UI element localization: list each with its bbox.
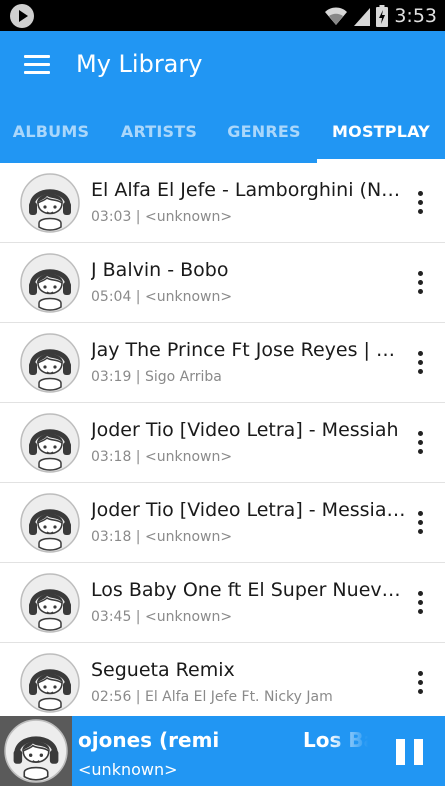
tab-label: ARTISTS [120, 122, 198, 141]
song-list[interactable]: El Alfa El Jefe - Lamborghini (NUEVO 201… [0, 163, 445, 716]
page-title: My Library [76, 50, 203, 78]
more-options-icon[interactable] [411, 189, 431, 217]
song-row[interactable]: Los Baby One ft El Super Nuevo - Remix 0… [0, 563, 445, 643]
song-title: Joder Tio [Video Letra] - Messiah [91, 419, 399, 441]
more-options-icon[interactable] [411, 669, 431, 697]
song-meta: 03:18 | <unknown> [91, 529, 233, 545]
album-art-avatar-icon [20, 493, 80, 553]
album-art-avatar-icon [20, 333, 80, 393]
song-artist: <unknown> [144, 449, 233, 465]
song-title: J Balvin - Bobo [91, 259, 229, 281]
song-row[interactable]: Segueta Remix 02:56 | El Alfa El Jefe Ft… [0, 643, 445, 716]
song-meta: 03:03 | <unknown> [91, 209, 233, 225]
marquee-fade [328, 728, 368, 756]
tab-genres[interactable]: GENRES [214, 113, 314, 163]
app-bar: My Library ALBUMS ARTISTS GENRES MOSTPLA… [0, 31, 445, 163]
song-artist: <unknown> [144, 209, 233, 225]
song-duration: 03:18 [91, 529, 132, 545]
tab-mostplay[interactable]: MOSTPLAY [317, 113, 445, 163]
album-art-avatar-icon [20, 173, 80, 233]
more-options-icon[interactable] [411, 349, 431, 377]
song-meta: 03:18 | <unknown> [91, 449, 233, 465]
album-art-avatar-icon [20, 253, 80, 313]
now-playing-art[interactable] [0, 716, 72, 786]
hamburger-menu-icon[interactable] [24, 55, 50, 75]
song-artist: <unknown> [144, 529, 233, 545]
song-artist: Sigo Arriba [144, 369, 222, 385]
song-duration: 03:45 [91, 609, 132, 625]
now-playing-title: ojones (remi Los Ba [78, 728, 368, 756]
song-meta: 02:56 | El Alfa El Jefe Ft. Nicky Jam [91, 689, 333, 705]
song-duration: 02:56 [91, 689, 132, 705]
more-options-icon[interactable] [411, 429, 431, 457]
tab-label: ALBUMS [12, 122, 90, 141]
now-playing-artist: <unknown> [78, 760, 178, 779]
clock: 3:53 [394, 4, 437, 27]
more-options-icon[interactable] [411, 509, 431, 537]
tab-artists[interactable]: ARTISTS [108, 113, 210, 163]
song-duration: 03:19 [91, 369, 132, 385]
tab-label: GENRES [227, 122, 301, 141]
now-playing-title-text: ojones (remi [78, 728, 220, 752]
song-meta: 05:04 | <unknown> [91, 289, 233, 305]
song-duration: 05:04 [91, 289, 132, 305]
song-row[interactable]: J Balvin - Bobo 05:04 | <unknown> [0, 243, 445, 323]
song-row[interactable]: El Alfa El Jefe - Lamborghini (NUEVO 201… [0, 163, 445, 243]
library-tabs: ALBUMS ARTISTS GENRES MOSTPLAY [0, 113, 445, 163]
album-art-avatar-icon [20, 413, 80, 473]
now-playing-bar[interactable]: ojones (remi Los Ba <unknown> [0, 716, 445, 786]
song-title: Segueta Remix [91, 659, 235, 681]
play-circle-icon [10, 4, 34, 28]
battery-charging-icon [376, 4, 389, 27]
song-duration: 03:03 [91, 209, 132, 225]
song-duration: 03:18 [91, 449, 132, 465]
status-bar: 3:53 [0, 0, 445, 31]
album-art-avatar-icon [20, 653, 80, 713]
song-artist: <unknown> [144, 289, 233, 305]
song-title: Jay The Prince Ft Jose Reyes | Video Ofi… [91, 339, 406, 361]
song-row[interactable]: Joder Tio [Video Letra] - Messiah 03:18 … [0, 403, 445, 483]
more-options-icon[interactable] [411, 589, 431, 617]
tab-albums[interactable]: ALBUMS [0, 113, 102, 163]
wifi-icon [325, 7, 348, 25]
album-art-avatar-icon [20, 573, 80, 633]
song-row[interactable]: Jay The Prince Ft Jose Reyes | Video Ofi… [0, 323, 445, 403]
pause-icon[interactable] [396, 739, 426, 765]
song-title: Los Baby One ft El Super Nuevo - Remix [91, 579, 406, 601]
more-options-icon[interactable] [411, 269, 431, 297]
song-artist: El Alfa El Jefe Ft. Nicky Jam [144, 689, 333, 705]
song-meta: 03:19 | Sigo Arriba [91, 369, 222, 385]
tab-label: MOSTPLAY [332, 122, 430, 141]
song-row[interactable]: Joder Tio [Video Letra] - Messiah-1 03:1… [0, 483, 445, 563]
signal-icon [354, 7, 371, 26]
song-title: Joder Tio [Video Letra] - Messiah-1 [91, 499, 406, 521]
song-artist: <unknown> [144, 609, 233, 625]
song-meta: 03:45 | <unknown> [91, 609, 233, 625]
song-title: El Alfa El Jefe - Lamborghini (NUEVO 201… [91, 179, 406, 201]
album-art-avatar-icon [4, 719, 68, 783]
